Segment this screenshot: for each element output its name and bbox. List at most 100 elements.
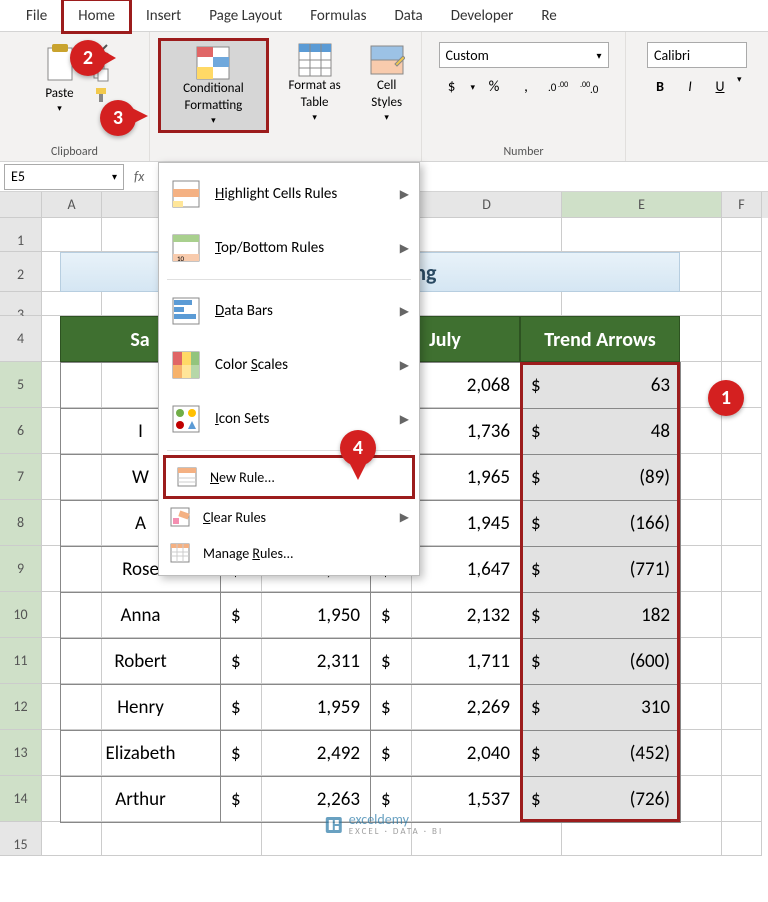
fx-icon[interactable]: fx: [134, 168, 144, 185]
col-header-D[interactable]: D: [412, 192, 562, 218]
cell-june[interactable]: $2,311: [221, 639, 371, 685]
row-header-12[interactable]: 12: [0, 684, 42, 730]
percent-format-button[interactable]: %: [481, 74, 507, 100]
row-header-1[interactable]: 1: [0, 218, 42, 252]
svg-text:.0: .0: [548, 81, 557, 94]
menu-label: New Rule...: [210, 469, 275, 486]
row-header-11[interactable]: 11: [0, 638, 42, 684]
row-header-8[interactable]: 8: [0, 500, 42, 546]
row-header-2[interactable]: 2: [0, 252, 42, 292]
format-as-table-button[interactable]: Format as Table ▾: [277, 38, 353, 127]
tab-data[interactable]: Data: [380, 1, 436, 31]
cell-trend[interactable]: $182: [521, 593, 681, 639]
watermark-tag: EXCEL · DATA · BI: [349, 827, 443, 836]
svg-text:.00: .00: [580, 80, 590, 90]
col-header-F[interactable]: F: [722, 192, 762, 218]
cell-trend[interactable]: $(166): [521, 501, 681, 547]
row-header-14[interactable]: 14: [0, 776, 42, 822]
table-icon: [297, 42, 333, 78]
number-format-select[interactable]: Custom ▾: [439, 42, 609, 68]
decrease-decimal-button[interactable]: .00.0: [577, 74, 603, 100]
accounting-format-button[interactable]: $: [439, 74, 465, 100]
cell-trend[interactable]: $(771): [521, 547, 681, 593]
name-box[interactable]: E5 ▾: [4, 164, 124, 190]
tab-insert[interactable]: Insert: [132, 1, 195, 31]
cell-styles-button[interactable]: Cell Styles ▾: [360, 38, 413, 127]
number-group: Custom ▾ $ ▾ % , .0.00 .00.0 Number: [422, 32, 626, 161]
cell-trend[interactable]: $(452): [521, 731, 681, 777]
row-header-15[interactable]: 15: [0, 822, 42, 856]
row-header-7[interactable]: 7: [0, 454, 42, 500]
row-header-13[interactable]: 13: [0, 730, 42, 776]
cell-trend[interactable]: $63: [521, 363, 681, 409]
menu-color-scales[interactable]: Color Scales ▶: [159, 338, 419, 392]
font-name-select[interactable]: Calibri: [647, 42, 747, 68]
row-header-6[interactable]: 6: [0, 408, 42, 454]
menu-clear-rules[interactable]: Clear Rules ▶: [159, 499, 419, 535]
tab-developer[interactable]: Developer: [437, 1, 528, 31]
font-name-value: Calibri: [654, 47, 690, 64]
paintbrush-icon: [92, 86, 110, 104]
number-group-label: Number: [503, 145, 543, 159]
table-row[interactable]: Robert$2,311$1,711$(600): [61, 639, 681, 685]
cell-july[interactable]: $1,711: [371, 639, 521, 685]
row-header-10[interactable]: 10: [0, 592, 42, 638]
table-row[interactable]: Anna$1,950$2,132$182: [61, 593, 681, 639]
cell-trend[interactable]: $(89): [521, 455, 681, 501]
menu-data-bars[interactable]: Data Bars ▶: [159, 284, 419, 338]
cell-june[interactable]: $2,492: [221, 731, 371, 777]
svg-text:.00: .00: [558, 80, 568, 90]
conditional-formatting-menu: Highlight Cells Rules ▶ 10 Top/Bottom Ru…: [158, 162, 420, 576]
tab-formulas[interactable]: Formulas: [296, 1, 380, 31]
cell-july[interactable]: $2,132: [371, 593, 521, 639]
top-bottom-icon: 10: [169, 231, 203, 265]
chevron-down-icon: ▾: [112, 170, 117, 183]
conditional-formatting-button[interactable]: Conditional Formatting ▾: [158, 38, 269, 133]
cell-name[interactable]: Henry: [61, 685, 221, 731]
cell-july[interactable]: $2,269: [371, 685, 521, 731]
row-header-3[interactable]: 3: [0, 292, 42, 316]
select-all-corner[interactable]: [0, 192, 42, 218]
table-header-trend: Trend Arrows: [520, 316, 680, 362]
menu-new-rule[interactable]: New Rule...: [163, 455, 415, 499]
row-header-9[interactable]: 9: [0, 546, 42, 592]
row-header-4[interactable]: 4: [0, 316, 42, 362]
bold-button[interactable]: B: [647, 74, 673, 98]
col-header-E[interactable]: E: [562, 192, 722, 218]
cell-june[interactable]: $1,950: [221, 593, 371, 639]
underline-button[interactable]: U: [707, 74, 733, 98]
tab-home[interactable]: Home: [61, 0, 132, 34]
comma-format-button[interactable]: ,: [513, 74, 539, 100]
table-row[interactable]: Elizabeth$2,492$2,040$(452): [61, 731, 681, 777]
cell-trend[interactable]: $(726): [521, 777, 681, 823]
cell-trend[interactable]: $48: [521, 409, 681, 455]
callout-1: 1: [708, 380, 744, 416]
cell-july[interactable]: $2,040: [371, 731, 521, 777]
menu-highlight-cells-rules[interactable]: Highlight Cells Rules ▶: [159, 167, 419, 221]
row-header-5[interactable]: 5: [0, 362, 42, 408]
cell-june[interactable]: $1,959: [221, 685, 371, 731]
cell-trend[interactable]: $310: [521, 685, 681, 731]
menu-manage-rules[interactable]: Manage Rules...: [159, 535, 419, 571]
chevron-right-icon: ▶: [400, 304, 409, 319]
table-row[interactable]: Henry$1,959$2,269$310: [61, 685, 681, 731]
tab-file[interactable]: File: [12, 1, 61, 31]
callout-2: 2: [70, 40, 106, 76]
cell-name[interactable]: Robert: [61, 639, 221, 685]
tab-review-cut[interactable]: Re: [527, 1, 570, 31]
menu-icon-sets[interactable]: Icon Sets ▶: [159, 392, 419, 446]
menu-separator: [167, 279, 411, 280]
cell-trend[interactable]: $(600): [521, 639, 681, 685]
cell-name[interactable]: Elizabeth: [61, 731, 221, 777]
cell-name[interactable]: Anna: [61, 593, 221, 639]
callout-3: 3: [100, 100, 136, 136]
cell-name[interactable]: Arthur: [61, 777, 221, 823]
tab-page-layout[interactable]: Page Layout: [195, 1, 296, 31]
format-painter-button[interactable]: [90, 86, 112, 104]
menu-label: Top/Bottom Rules: [215, 239, 324, 257]
italic-button[interactable]: I: [677, 74, 703, 98]
col-header-A[interactable]: A: [42, 192, 102, 218]
increase-decimal-button[interactable]: .0.00: [545, 74, 571, 100]
ribbon-tabs: File Home Insert Page Layout Formulas Da…: [0, 0, 768, 32]
menu-top-bottom-rules[interactable]: 10 Top/Bottom Rules ▶: [159, 221, 419, 275]
